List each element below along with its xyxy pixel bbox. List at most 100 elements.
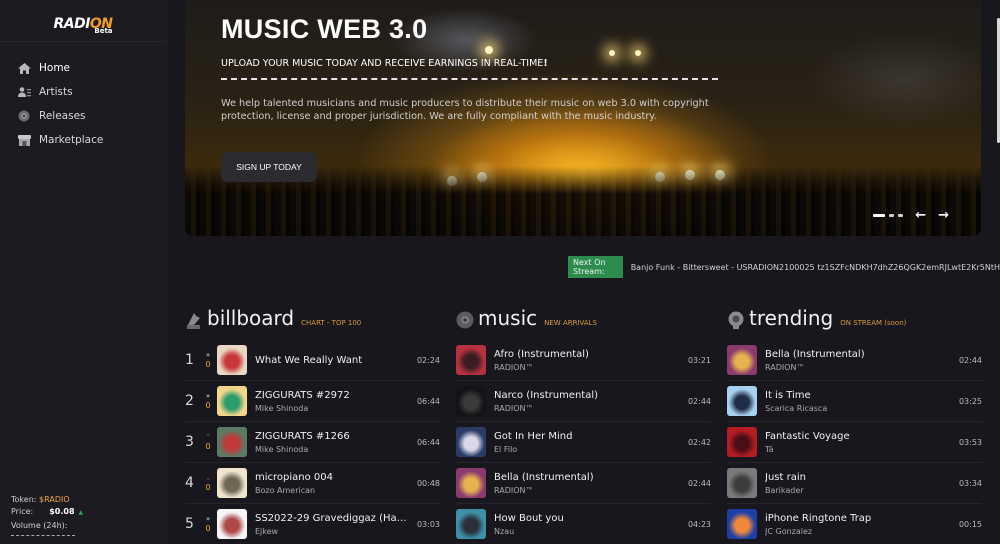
token-row: Token: $RADIO <box>11 494 83 507</box>
track-row[interactable]: Bella (Instrumental) RADION™ 02:44 <box>456 463 711 504</box>
track-row[interactable]: Afro (Instrumental) RADION™ 03:21 <box>456 340 711 381</box>
track-duration: 03:34 <box>958 478 982 488</box>
track-row[interactable]: 2 » 0 ZIGGURATS #2972 Mike Shinoda 06:44 <box>185 381 440 422</box>
track-row[interactable]: It is Time Scarica Ricasca 03:25 <box>727 381 982 422</box>
track-artist[interactable]: Scarica Ricasca <box>765 404 950 413</box>
track-artist[interactable]: Nzau <box>494 527 679 536</box>
hero-title: MUSIC WEB 3.0 <box>221 14 428 44</box>
track-row[interactable]: 5 »0 SS2022-29 Gravediggaz (Hallowe... Ejke… <box>185 504 440 544</box>
album-cover[interactable] <box>456 386 486 416</box>
music-header: music NEW ARRIVALS <box>456 306 711 334</box>
track-row[interactable]: Just rain Barikader 03:34 <box>727 463 982 504</box>
token-symbol[interactable]: $RADIO <box>39 495 70 504</box>
track-artist[interactable]: Barikader <box>765 486 950 495</box>
track-row[interactable]: 3 ⌃ 0 ZIGGURATS #1266 Mike Shinoda 06:44 <box>185 422 440 463</box>
track-title[interactable]: What We Really Want <box>255 355 408 366</box>
track-artist[interactable]: RADION™ <box>494 486 679 495</box>
sign-up-button[interactable]: SIGN UP TODAY <box>221 152 317 182</box>
sidebar-item-artists[interactable]: Artists <box>0 80 166 104</box>
music-list: Afro (Instrumental) RADION™ 03:21 Narco (In… <box>456 340 711 544</box>
track-title[interactable]: Fantastic Voyage <box>765 431 950 442</box>
track-duration: 03:21 <box>687 355 711 365</box>
track-title[interactable]: micropiano 004 <box>255 472 408 483</box>
track-title[interactable]: Narco (Instrumental) <box>494 390 679 401</box>
album-cover[interactable] <box>727 386 757 416</box>
rank-change-value: 0 <box>205 360 211 369</box>
sidebar-item-releases[interactable]: Releases <box>0 104 166 128</box>
next-on-stream: Next On Stream: Banjo Funk - Bittersweet… <box>568 256 1000 278</box>
trending-list: Bella (Instrumental) RADION™ 02:44 It is Ti… <box>727 340 982 544</box>
arrow-left-icon[interactable]: ← <box>915 208 926 223</box>
track-artist[interactable]: RADION™ <box>494 404 679 413</box>
album-cover[interactable] <box>727 509 757 539</box>
track-info: Narco (Instrumental) RADION™ <box>494 390 679 413</box>
rank-change-value: 0 <box>205 483 211 492</box>
track-info: Bella (Instrumental) RADION™ <box>494 472 679 495</box>
track-info: micropiano 004 Bozo American <box>255 472 408 495</box>
track-info: iPhone Ringtone Trap JC Gonzalez <box>765 513 950 536</box>
track-row[interactable]: Bella (Instrumental) RADION™ 02:44 <box>727 340 982 381</box>
track-row[interactable]: Fantastic Voyage Tá 03:53 <box>727 422 982 463</box>
track-artist[interactable]: Bozo American <box>255 486 408 495</box>
track-title[interactable]: How Bout you <box>494 513 679 524</box>
billboard-list: 1» 0 What We Really Want 02:24 2» 0 ZIGGURATS … <box>185 340 440 544</box>
track-row[interactable]: Narco (Instrumental) RADION™ 02:44 <box>456 381 711 422</box>
track-artist[interactable]: RADION™ <box>765 363 950 372</box>
track-info: ZIGGURATS #1266 Mike Shinoda <box>255 431 408 454</box>
album-cover[interactable] <box>456 468 486 498</box>
track-row[interactable]: How Bout you Nzau 04:23 <box>456 504 711 544</box>
track-title[interactable]: ZIGGURATS #1266 <box>255 431 408 442</box>
track-title[interactable]: Afro (Instrumental) <box>494 349 679 360</box>
carousel-indicator-1[interactable] <box>873 214 886 217</box>
users-icon <box>17 86 31 98</box>
rank-change: » 0 <box>199 350 217 370</box>
album-cover[interactable] <box>217 468 247 498</box>
track-artist[interactable]: El Filo <box>494 445 679 454</box>
track-title[interactable]: iPhone Ringtone Trap <box>765 513 950 524</box>
logo[interactable]: RADION Beta <box>0 0 166 42</box>
track-artist[interactable]: Ejkew <box>255 527 408 536</box>
track-artist[interactable]: Mike Shinoda <box>255 404 408 413</box>
album-cover[interactable] <box>456 509 486 539</box>
track-duration: 00:48 <box>416 478 440 488</box>
token-label: Token: <box>11 494 37 504</box>
sidebar-nav: Home Artists Releases Marketplace <box>0 42 166 152</box>
track-row[interactable]: 1 » 0 What We Really Want 02:24 <box>185 340 440 381</box>
sidebar-item-marketplace[interactable]: Marketplace <box>0 128 166 152</box>
album-cover[interactable] <box>456 427 486 457</box>
track-title[interactable]: Got In Her Mind <box>494 431 679 442</box>
sidebar-item-home[interactable]: Home <box>0 56 166 80</box>
track-duration: 00:15 <box>958 519 982 529</box>
arrow-right-icon[interactable]: → <box>938 208 949 223</box>
track-artist[interactable]: JC Gonzalez <box>765 527 950 536</box>
album-cover[interactable] <box>727 427 757 457</box>
album-cover[interactable] <box>217 427 247 457</box>
track-row[interactable]: 4 ⌄ 0 micropiano 004 Bozo American 00:48 <box>185 463 440 504</box>
carousel-indicator-2[interactable] <box>889 214 895 217</box>
track-title[interactable]: ZIGGURATS #2972 <box>255 390 408 401</box>
album-cover[interactable] <box>727 468 757 498</box>
album-cover[interactable] <box>217 345 247 375</box>
album-cover[interactable] <box>456 345 486 375</box>
disc-icon <box>17 110 31 122</box>
carousel-indicator-3[interactable] <box>898 214 904 217</box>
track-artist[interactable]: RADION™ <box>494 363 679 372</box>
track-row[interactable]: Got In Her Mind El Filo 02:42 <box>456 422 711 463</box>
album-cover[interactable] <box>727 345 757 375</box>
gramophone-icon <box>187 313 200 329</box>
track-title[interactable]: Just rain <box>765 472 950 483</box>
track-title[interactable]: Bella (Instrumental) <box>494 472 679 483</box>
sidebar: RADION Beta Home Artists Releases Market… <box>0 0 167 544</box>
price-up-icon: ▲ <box>78 509 84 516</box>
track-title[interactable]: It is Time <box>765 390 950 401</box>
next-on-stream-badge: Next On Stream: <box>568 256 623 278</box>
track-artist[interactable]: Tá <box>765 445 950 454</box>
track-title[interactable]: Bella (Instrumental) <box>765 349 950 360</box>
album-cover[interactable] <box>217 386 247 416</box>
billboard-header: billboard CHART - TOP 100 <box>185 306 440 334</box>
track-title[interactable]: SS2022-29 Gravediggaz (Hallowe... <box>255 513 408 524</box>
album-cover[interactable] <box>217 509 247 539</box>
next-on-stream-text: Banjo Funk - Bittersweet - USRADION21000… <box>630 262 1000 272</box>
track-row[interactable]: iPhone Ringtone Trap JC Gonzalez 00:15 <box>727 504 982 544</box>
track-artist[interactable]: Mike Shinoda <box>255 445 408 454</box>
